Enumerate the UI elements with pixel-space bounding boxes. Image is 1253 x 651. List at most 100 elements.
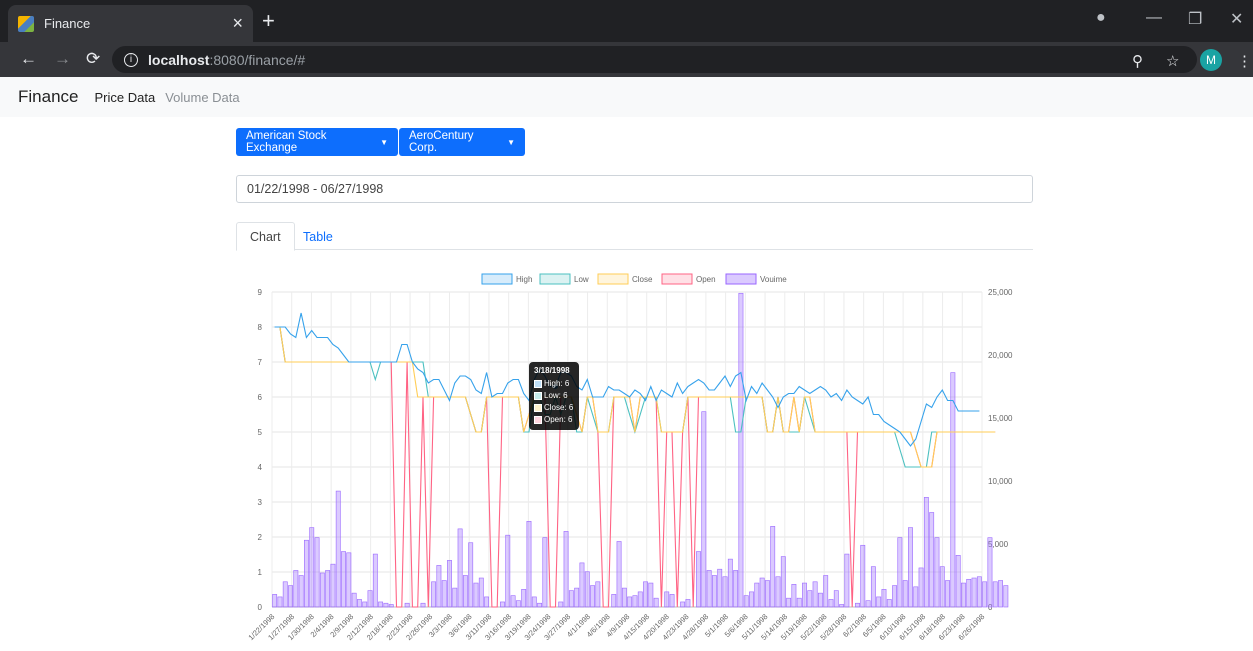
volume-bar — [749, 591, 754, 608]
high-swatch-icon — [534, 380, 542, 388]
volume-bar — [706, 570, 712, 608]
reload-icon[interactable]: ⟳ — [86, 49, 100, 69]
volume-bar — [733, 570, 739, 608]
tab-table[interactable]: Table — [290, 222, 346, 251]
volume-bar — [277, 596, 283, 608]
company-dropdown[interactable]: AeroCentury Corp. ▼ — [399, 128, 525, 156]
y-left-tick-label: 1 — [258, 568, 263, 577]
volume-bar — [929, 512, 935, 608]
volume-bar — [484, 596, 490, 608]
volume-bar — [590, 585, 595, 608]
date-range-input[interactable]: 01/22/1998 - 06/27/1998 — [236, 175, 1033, 203]
volume-bar — [468, 542, 474, 608]
volume-bar — [823, 575, 829, 608]
restore-icon[interactable]: ❐ — [1188, 9, 1202, 29]
volume-bar — [775, 576, 781, 608]
tab-title: Finance — [44, 16, 91, 31]
volume-bar — [478, 577, 484, 608]
y-left-tick-label: 2 — [258, 533, 263, 542]
tab-chart[interactable]: Chart — [236, 222, 295, 251]
volume-bar — [844, 553, 850, 608]
volume-bar — [574, 587, 580, 608]
profile-menu-icon[interactable]: ● — [1096, 9, 1106, 27]
open-swatch-icon — [534, 416, 542, 424]
bookmark-star-icon[interactable]: ☆ — [1166, 52, 1179, 70]
window-close-icon[interactable]: ✕ — [1230, 9, 1243, 29]
chart-tooltip: 3/18/1998 High: 6 Low: 6 Close: 6 Open: … — [529, 362, 579, 430]
volume-bar — [500, 601, 505, 608]
url-path: :8080/finance/# — [209, 51, 306, 68]
volume-bar — [701, 411, 707, 608]
back-icon[interactable]: ← — [20, 49, 37, 69]
volume-bar — [335, 490, 341, 608]
volume-bar — [680, 601, 686, 608]
volume-bar — [298, 575, 304, 608]
volume-bar — [346, 552, 352, 608]
low-swatch-icon — [534, 392, 542, 400]
volume-bar — [913, 586, 919, 608]
volume-bar — [542, 537, 548, 608]
zoom-icon[interactable]: ⚲ — [1132, 52, 1143, 70]
volume-bar — [621, 587, 627, 608]
volume-bar — [272, 594, 278, 608]
volume-bar — [643, 581, 648, 608]
volume-bar — [865, 600, 871, 608]
minimize-icon[interactable]: — — [1146, 9, 1162, 27]
browser-menu-icon[interactable]: ⋮ — [1237, 52, 1252, 70]
volume-bar — [653, 597, 659, 608]
volume-bar — [717, 568, 723, 608]
volume-bar — [319, 572, 325, 608]
site-info-icon[interactable]: i — [124, 52, 138, 67]
volume-bar — [505, 534, 511, 608]
volume-bar — [367, 590, 373, 608]
caret-down-icon: ▼ — [507, 137, 515, 147]
volume-bar — [637, 591, 643, 608]
volume-bar — [510, 595, 516, 608]
volume-bar — [987, 537, 993, 608]
new-tab-icon[interactable]: + — [262, 8, 275, 34]
volume-bar — [955, 555, 961, 608]
profile-avatar[interactable]: M — [1200, 49, 1222, 71]
navbar-brand[interactable]: Finance — [18, 87, 78, 107]
volume-bar — [791, 584, 797, 608]
volume-bar — [584, 571, 590, 608]
volume-bar — [404, 602, 410, 608]
volume-bar — [971, 577, 977, 608]
volume-bar — [526, 521, 532, 608]
nav-price-data[interactable]: Price Data — [94, 90, 155, 105]
forward-icon[interactable]: → — [54, 49, 71, 69]
volume-bar — [802, 582, 807, 608]
address-bar[interactable]: i localhost :8080/finance/# — [112, 46, 1197, 73]
tooltip-row-close: Close: 6 — [534, 402, 574, 414]
legend-swatch — [661, 273, 693, 285]
volume-bar — [1003, 585, 1009, 608]
close-tab-icon[interactable]: × — [232, 13, 243, 34]
volume-bar — [531, 596, 537, 608]
volume-bar — [796, 597, 802, 608]
volume-bar — [934, 537, 940, 608]
volume-bar — [855, 602, 860, 608]
volume-bar — [812, 581, 818, 608]
y-left-tick-label: 6 — [258, 393, 263, 402]
volume-bar — [341, 551, 346, 608]
tooltip-row-high: High: 6 — [534, 378, 574, 390]
volume-bar — [727, 558, 733, 608]
volume-bar — [282, 581, 288, 608]
caret-down-icon: ▼ — [380, 137, 388, 147]
tooltip-open: Open: 6 — [544, 415, 573, 424]
volume-bar — [595, 581, 601, 608]
volume-bar — [770, 526, 776, 608]
volume-bar — [685, 599, 691, 608]
tooltip-low: Low: 6 — [544, 391, 568, 400]
exchange-dropdown[interactable]: American Stock Exchange ▼ — [236, 128, 398, 156]
volume-bar — [420, 602, 426, 608]
tooltip-row-open: Open: 6 — [534, 414, 574, 426]
volume-bar — [833, 590, 839, 608]
volume-bar — [945, 580, 950, 608]
volume-bar — [892, 585, 897, 608]
y-left-tick-label: 7 — [258, 358, 263, 367]
browser-tab[interactable]: Finance × — [8, 5, 253, 42]
nav-volume-data[interactable]: Volume Data — [165, 90, 239, 105]
volume-bar — [330, 563, 336, 608]
legend-label: Low — [574, 275, 589, 284]
